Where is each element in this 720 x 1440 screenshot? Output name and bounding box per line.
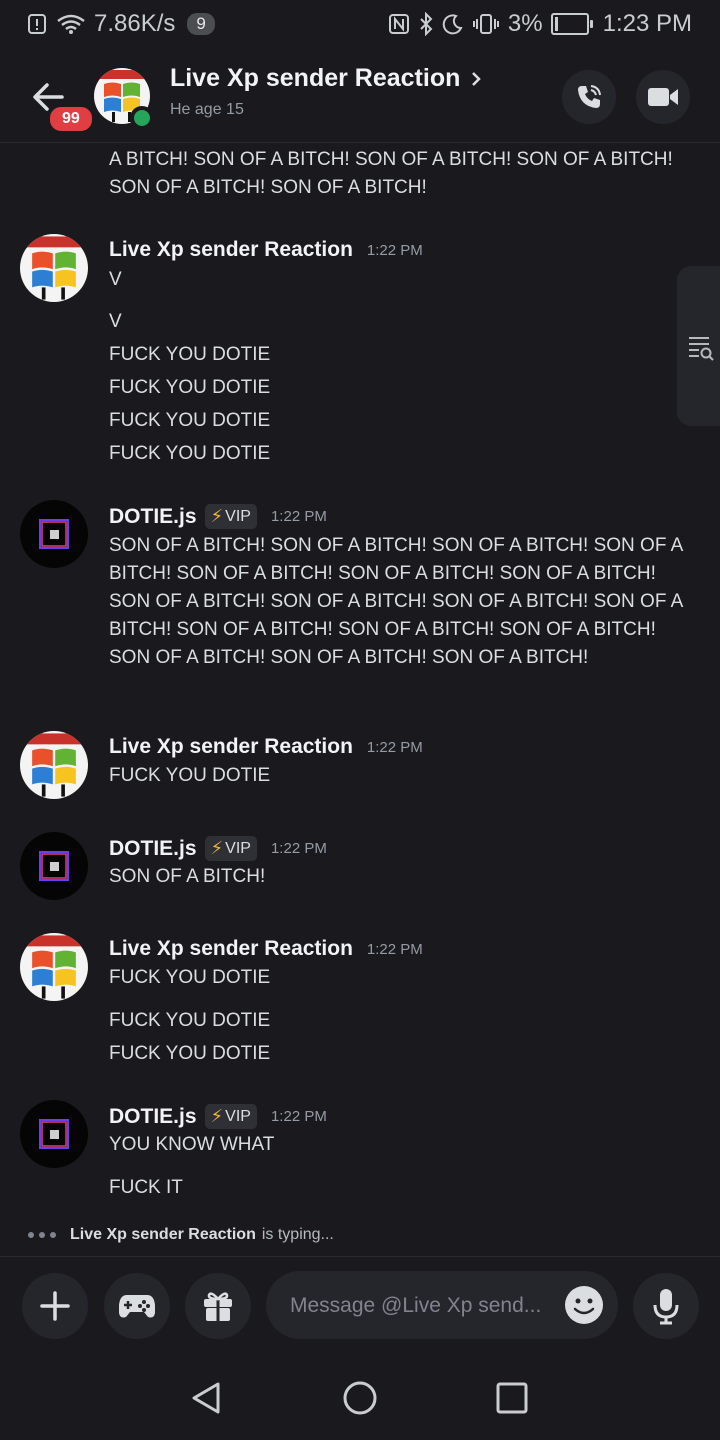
windows-xp-logo	[20, 731, 88, 799]
message-text: A BITCH! SON OF A BITCH! SON OF A BITCH!…	[109, 149, 673, 198]
typing-indicator: Live Xp sender Reaction is typing...	[28, 1226, 334, 1244]
battery-percent: 3%	[507, 10, 543, 37]
dark-square-logo	[20, 1100, 88, 1168]
avatar[interactable]	[20, 731, 88, 799]
message-line: FUCK YOU DOTIE	[109, 410, 271, 431]
author-name[interactable]: Live Xp sender Reaction	[109, 937, 353, 961]
page-title: Live Xp sender Reaction	[170, 64, 461, 92]
dark-square-logo	[20, 500, 88, 568]
message-line: FUCK YOU DOTIE	[109, 443, 271, 464]
typing-user: Live Xp sender Reaction	[70, 1226, 256, 1243]
message-line: SON OF A BITCH!	[109, 866, 266, 887]
video-call-button[interactable]	[636, 70, 690, 124]
gamepad-icon	[119, 1295, 155, 1318]
gift-button[interactable]	[185, 1273, 251, 1339]
emoji-icon	[565, 1286, 603, 1324]
message-input[interactable]	[288, 1271, 542, 1341]
lightning-icon: ⚡	[210, 838, 224, 858]
typing-dots-icon	[28, 1232, 56, 1238]
author-name[interactable]: DOTIE.js	[109, 1105, 197, 1129]
message-line: V	[109, 269, 122, 290]
online-status-indicator	[130, 106, 154, 130]
chevron-right-icon	[472, 71, 482, 86]
typing-suffix: is typing...	[261, 1226, 334, 1243]
bluetooth-icon	[418, 12, 434, 36]
message-line: FUCK YOU DOTIE	[109, 377, 271, 398]
system-navigation-bar	[0, 1356, 720, 1440]
add-attachment-button[interactable]	[22, 1273, 88, 1339]
dark-square-logo	[20, 832, 88, 900]
nav-back-icon[interactable]	[186, 1378, 226, 1418]
nav-home-icon[interactable]	[340, 1378, 380, 1418]
microphone-icon	[653, 1289, 679, 1325]
search-messages-icon	[689, 337, 714, 361]
lightning-icon: ⚡	[210, 506, 224, 526]
avatar[interactable]	[20, 933, 88, 1001]
vip-badge: ⚡ VIP	[204, 504, 257, 529]
video-camera-icon	[648, 88, 678, 106]
battery-icon	[550, 13, 593, 35]
timestamp: 1:22 PM	[270, 1108, 327, 1125]
network-speed: 7.86K/s	[94, 10, 176, 37]
vibrate-icon	[472, 13, 500, 35]
status-bar: 7.86K/s 9 3% 1:23 PM	[0, 0, 720, 50]
voice-message-button[interactable]	[633, 1273, 699, 1339]
alert-icon	[26, 13, 48, 35]
author-name[interactable]: DOTIE.js	[109, 837, 197, 861]
timestamp: 1:22 PM	[366, 241, 423, 259]
activities-button[interactable]	[104, 1273, 170, 1339]
author-name[interactable]: DOTIE.js	[109, 505, 197, 529]
chat-header: 99 Live Xp sender Reaction He age 15	[0, 50, 720, 142]
vip-badge: ⚡ VIP	[204, 836, 257, 861]
message-line: FUCK YOU DOTIE	[109, 1043, 271, 1064]
windows-xp-logo	[20, 234, 88, 302]
vip-badge: ⚡ VIP	[204, 1104, 257, 1129]
wifi-icon	[56, 13, 86, 35]
message-line: FUCK YOU DOTIE	[109, 344, 271, 365]
lightning-icon: ⚡	[210, 1106, 224, 1126]
message-header: Live Xp sender Reaction 1:22 PM	[109, 735, 423, 759]
voice-call-button[interactable]	[562, 70, 616, 124]
channel-title[interactable]: Live Xp sender Reaction	[170, 64, 482, 93]
timestamp: 1:22 PM	[366, 940, 423, 958]
message-header: DOTIE.js ⚡ VIP 1:22 PM	[109, 836, 327, 861]
avatar[interactable]	[20, 832, 88, 900]
timestamp: 1:22 PM	[366, 738, 423, 756]
author-name[interactable]: Live Xp sender Reaction	[109, 238, 353, 262]
message-line: YOU KNOW WHAT	[109, 1134, 275, 1155]
author-name[interactable]: Live Xp sender Reaction	[109, 735, 353, 759]
message-composer	[0, 1256, 720, 1357]
message-line: FUCK YOU DOTIE	[109, 1010, 271, 1031]
nav-recents-icon[interactable]	[492, 1378, 532, 1418]
notification-count: 9	[187, 13, 215, 35]
plus-icon	[40, 1291, 70, 1321]
avatar[interactable]	[20, 1100, 88, 1168]
message-text: SON OF A BITCH! SON OF A BITCH! SON OF A…	[109, 535, 683, 668]
phone-call-icon	[578, 85, 601, 108]
nfc-icon	[388, 13, 410, 35]
gift-icon	[204, 1292, 232, 1321]
message-header: Live Xp sender Reaction 1:22 PM	[109, 937, 423, 961]
windows-xp-logo	[20, 933, 88, 1001]
message-line: FUCK YOU DOTIE	[109, 967, 271, 988]
emoji-button[interactable]	[564, 1285, 604, 1325]
unread-badge: 99	[47, 104, 95, 134]
message-header: Live Xp sender Reaction 1:22 PM	[109, 238, 423, 262]
message-input-box[interactable]	[266, 1271, 618, 1341]
search-messages-tab[interactable]	[677, 266, 720, 426]
timestamp: 1:22 PM	[270, 840, 327, 857]
message-line: FUCK IT	[109, 1177, 183, 1198]
timestamp: 1:22 PM	[270, 508, 327, 525]
clock: 1:23 PM	[602, 10, 692, 37]
message-header: DOTIE.js ⚡ VIP 1:22 PM	[109, 504, 327, 529]
moon-icon	[442, 13, 464, 35]
avatar[interactable]	[20, 500, 88, 568]
message-header: DOTIE.js ⚡ VIP 1:22 PM	[109, 1104, 327, 1129]
avatar[interactable]	[20, 234, 88, 302]
message-line: FUCK YOU DOTIE	[109, 765, 271, 786]
status-subtitle: He age 15	[170, 101, 244, 118]
header-divider	[0, 142, 720, 143]
message-line: V	[109, 311, 122, 332]
